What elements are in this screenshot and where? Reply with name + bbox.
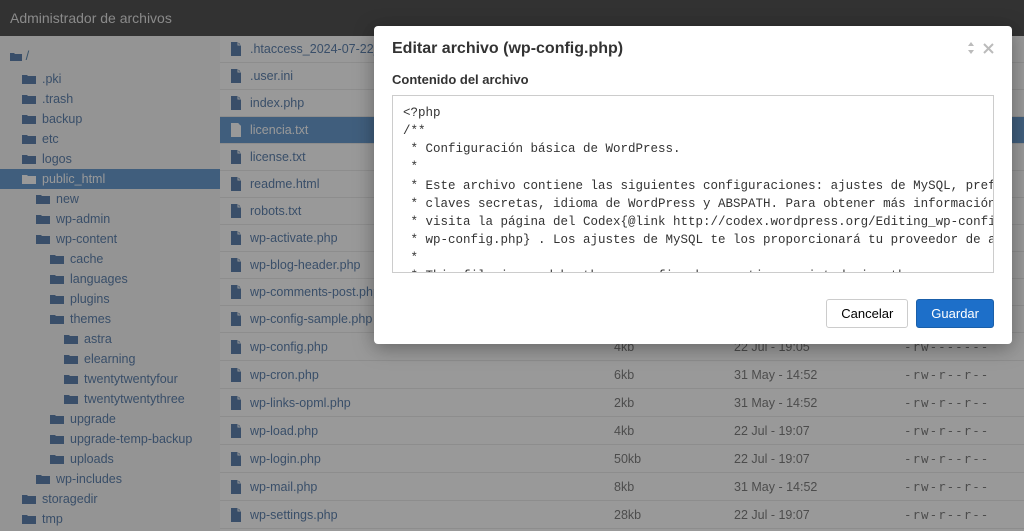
modal-title: Editar archivo (wp-config.php) bbox=[392, 40, 965, 58]
save-button[interactable]: Guardar bbox=[916, 299, 994, 328]
content-label: Contenido del archivo bbox=[392, 72, 994, 87]
edit-file-modal: Editar archivo (wp-config.php) Contenido… bbox=[374, 26, 1012, 344]
file-content-textarea[interactable]: <?php /** * Configuración básica de Word… bbox=[392, 95, 994, 273]
close-icon[interactable] bbox=[983, 42, 994, 57]
expand-icon[interactable] bbox=[965, 42, 977, 57]
cancel-button[interactable]: Cancelar bbox=[826, 299, 908, 328]
